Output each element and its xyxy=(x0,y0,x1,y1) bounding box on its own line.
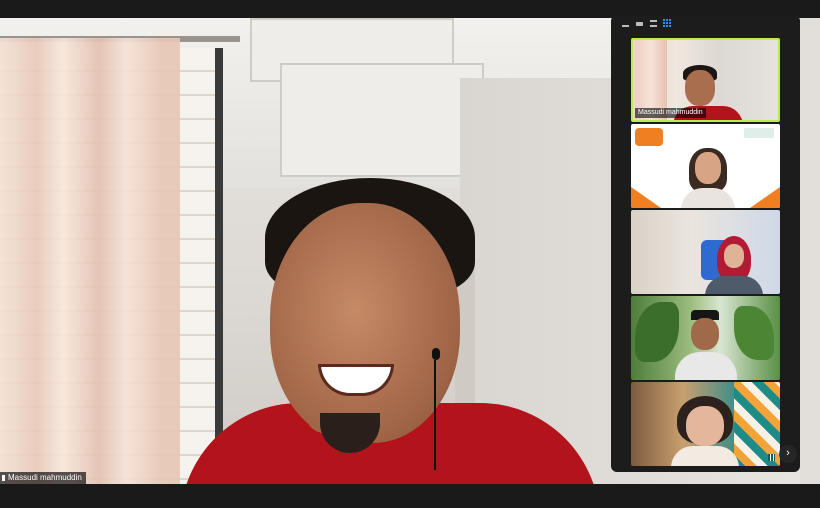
speaker-person xyxy=(170,168,610,484)
participant-body xyxy=(671,446,739,466)
event-logo xyxy=(635,128,663,146)
participant-tile[interactable] xyxy=(631,382,780,466)
organization-logo xyxy=(744,128,774,138)
participant-tile-active-speaker[interactable]: Massudi mahmuddin xyxy=(631,38,780,122)
background-accent xyxy=(631,187,661,208)
participant-tile[interactable] xyxy=(631,124,780,208)
participant-name-tag: Massudi mahmuddin xyxy=(635,108,706,118)
participant-face xyxy=(686,406,724,446)
background-accent xyxy=(750,187,780,208)
participant-face xyxy=(695,152,721,184)
participant-face xyxy=(691,318,719,350)
gallery-panel: Massudi mahmuddin › xyxy=(611,15,800,472)
participant-face xyxy=(685,70,715,106)
strip-view-icon[interactable] xyxy=(635,19,644,28)
participant-body xyxy=(705,276,763,294)
right-background-strip xyxy=(800,18,820,484)
participant-tile[interactable] xyxy=(631,210,780,294)
earphone-cord xyxy=(434,360,436,470)
plant xyxy=(734,306,774,360)
curtain xyxy=(0,38,180,484)
window-bottom-bar xyxy=(0,484,820,508)
participant-tile[interactable] xyxy=(631,296,780,380)
qr-code-icon xyxy=(768,454,775,461)
ceiling-panel xyxy=(280,63,484,177)
earphone-icon xyxy=(432,348,440,360)
grid-view-icon[interactable] xyxy=(663,19,672,28)
face xyxy=(270,203,460,443)
plant xyxy=(635,302,679,362)
participant-shirt xyxy=(681,188,735,208)
speaker-view-icon[interactable] xyxy=(649,19,658,28)
participant-face xyxy=(724,244,744,268)
next-page-button[interactable]: › xyxy=(779,445,797,463)
speaker-name-tag: Massudi mahmuddin xyxy=(0,472,86,484)
minimize-icon[interactable] xyxy=(621,19,630,28)
participant-body xyxy=(675,352,737,380)
